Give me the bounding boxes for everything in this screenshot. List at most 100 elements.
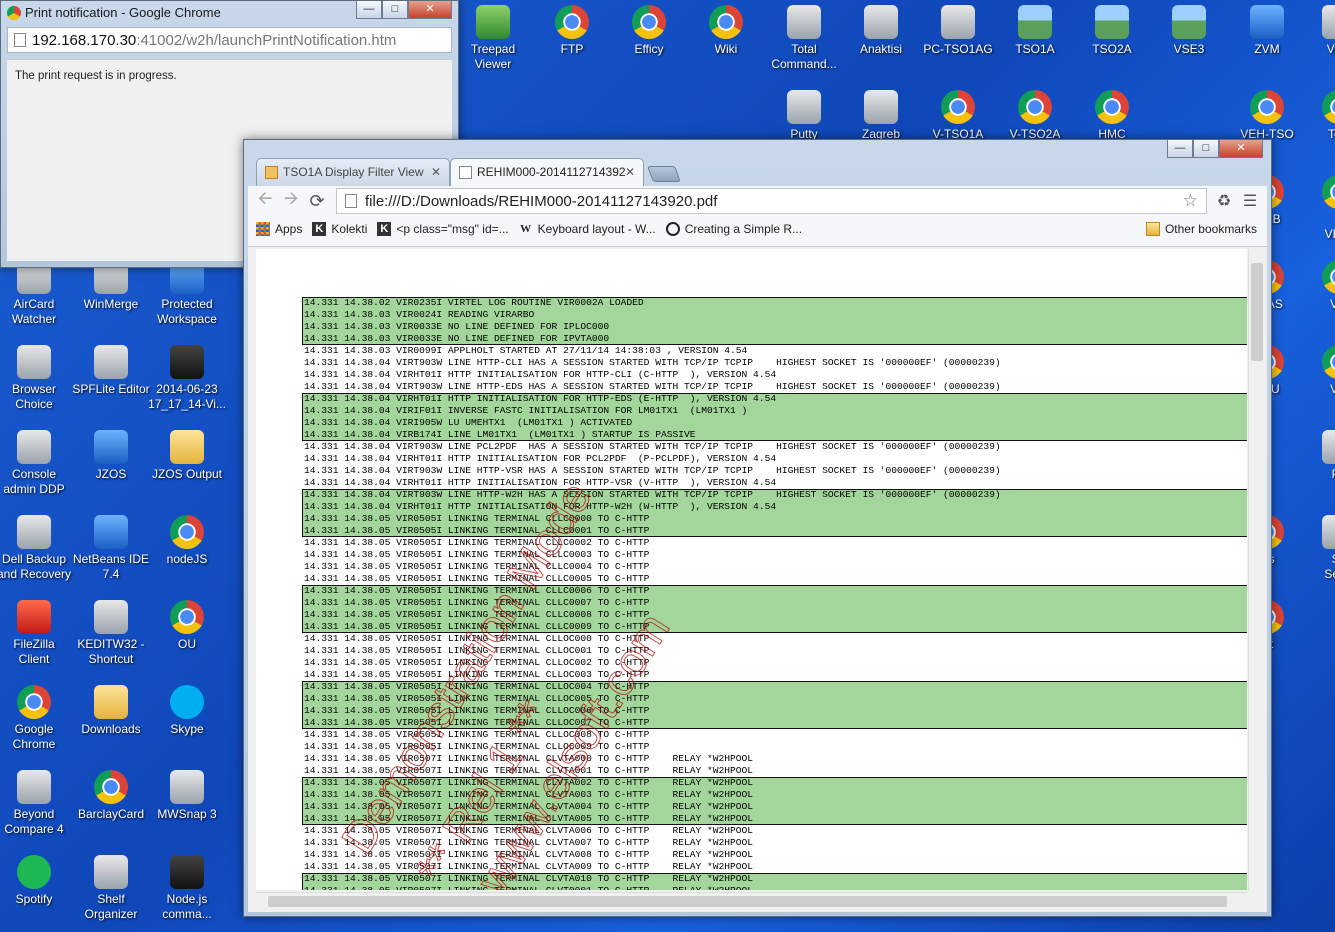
desktop-icon[interactable]: HMC [1073, 90, 1151, 142]
chrome-pdf-window[interactable]: — □ ✕ TSO1A Display Filter View ✕ REHIM0… [243, 139, 1272, 917]
desktop-icon[interactable]: Beyond Compare 4 [0, 770, 73, 837]
new-tab-button[interactable] [647, 166, 681, 182]
bookmark-apps[interactable]: Apps [256, 222, 302, 236]
desktop-icon-label: Virt [1330, 297, 1335, 311]
bookmark-star-icon[interactable]: ☆ [1183, 191, 1198, 211]
desktop-icon[interactable]: Google Chrome [0, 685, 73, 752]
desktop-icon[interactable]: nodeJS [148, 515, 226, 567]
page-icon [345, 194, 357, 208]
vertical-scrollbar[interactable] [1248, 249, 1265, 890]
desktop-icon[interactable]: 2014-06-23 17_17_14-Vi... [148, 345, 226, 412]
omnibox[interactable]: file:///D:/Downloads/REHIM000-2014112714… [336, 188, 1207, 214]
desktop-icon[interactable]: Efficy [610, 5, 688, 57]
desktop-icon[interactable]: NetBeans IDE 7.4 [72, 515, 150, 582]
chrome-icon [709, 5, 743, 39]
other-bookmarks[interactable]: Other bookmarks [1145, 222, 1257, 236]
tab-tso1a-display-filter[interactable]: TSO1A Display Filter View ✕ [256, 158, 450, 186]
tab-close-icon[interactable]: ✕ [431, 165, 441, 179]
forward-arrow-icon[interactable]: 🡪 [278, 186, 304, 216]
desktop-icon[interactable]: Total Command... [765, 5, 843, 72]
github-icon [665, 222, 680, 236]
tab-rehim-pdf[interactable]: REHIM000-2014112714392 ✕ [450, 158, 644, 186]
bookmark-p-class-msg[interactable]: K <p class="msg" id=... [377, 222, 509, 236]
kedit-icon [94, 600, 128, 634]
navigation-row: 🡨 🡪 ⟳ file:///D:/Downloads/REHIM000-2014… [248, 186, 1267, 216]
desktop-icon[interactable]: Shelf Organizer [72, 855, 150, 922]
cmd-icon [170, 855, 204, 889]
desktop-icon[interactable]: BarclayCard [72, 770, 150, 822]
bookmark-keyboard-layout[interactable]: W Keyboard layout - W... [519, 222, 656, 236]
desktop-icon[interactable]: JZOS Output [148, 430, 226, 482]
desktop-icon[interactable]: SPFLite Editor [72, 345, 150, 397]
back-arrow-icon[interactable]: 🡨 [252, 186, 278, 216]
desktop-icon[interactable]: Browser Choice [0, 345, 73, 412]
desktop-icon[interactable]: TSO2A [1073, 5, 1151, 57]
desktop-icon[interactable]: Pe [1300, 430, 1335, 482]
menu-hamburger-icon[interactable]: ☰ [1237, 191, 1263, 211]
desktop-icon[interactable]: OU [148, 600, 226, 652]
desktop-icon[interactable]: Treepad Viewer [454, 5, 532, 72]
desktop-icon[interactable]: KEDITW32 - Shortcut [72, 600, 150, 667]
desktop-icon[interactable]: VEH-TSO [1228, 90, 1306, 142]
desktop-icon[interactable]: ZVM [1228, 5, 1306, 57]
close-button[interactable]: ✕ [408, 1, 452, 19]
maximize-button[interactable]: □ [1193, 140, 1219, 158]
minimize-button[interactable]: — [356, 1, 382, 19]
desktop-icon[interactable]: Downloads [72, 685, 150, 737]
desktop-icon[interactable]: Wiki [687, 5, 765, 57]
desktop-icon[interactable]: JZOS [72, 430, 150, 482]
close-button[interactable]: ✕ [1219, 140, 1263, 158]
desktop-icon[interactable]: Virt [1300, 260, 1335, 312]
treepad-icon [476, 5, 510, 39]
console-icon [17, 430, 51, 464]
horizontal-scrollbar[interactable] [256, 892, 1247, 910]
desktop-icon[interactable]: Putty [765, 90, 843, 142]
desktop-icon[interactable]: FileZilla Client [0, 600, 73, 667]
desktop-icon[interactable]: Protected Workspace [148, 260, 226, 327]
desktop-icon[interactable]: Test P [1300, 90, 1335, 157]
maximize-button[interactable]: □ [382, 1, 408, 19]
desktop-icon[interactable]: Virte [1300, 5, 1335, 57]
desktop-icon-label: Spotify [15, 892, 53, 906]
pdf-viewer[interactable]: 14.331 14.38.02 VIR0235I VIRTEL LOG ROUT… [248, 246, 1267, 912]
tab-close-icon[interactable]: ✕ [625, 165, 635, 179]
desktop-icon[interactable]: Virt [1300, 345, 1335, 397]
minimize-button[interactable]: — [1167, 140, 1193, 158]
reload-icon[interactable]: ⟳ [304, 191, 330, 212]
putty-icon [787, 90, 821, 124]
chrome-icon [170, 515, 204, 549]
bookmark-creating-simple[interactable]: Creating a Simple R... [665, 222, 802, 236]
jzos-output-icon [170, 430, 204, 464]
desktop-icon[interactable]: h VEH- [1300, 175, 1335, 242]
desktop-icon[interactable]: Console admin DDP [0, 430, 73, 497]
popup-titlebar[interactable]: Print notification - Google Chrome — □ ✕ [1, 1, 458, 25]
desktop-icon[interactable]: VSE3 [1150, 5, 1228, 57]
desktop-icon[interactable]: Node.js comma... [148, 855, 226, 922]
vertical-scroll-thumb[interactable] [1251, 263, 1263, 361]
log-line: 14.331 14.38.05 VIR0507I LINKING TERMINA… [304, 801, 754, 812]
filezilla-icon [17, 600, 51, 634]
desktop-icon[interactable]: Zagreb [842, 90, 920, 142]
desktop-icon[interactable]: MWSnap 3 [148, 770, 226, 822]
desktop-icon[interactable]: TSO1A [996, 5, 1074, 57]
desktop-icon[interactable]: FTP [533, 5, 611, 57]
chrome-icon [1322, 90, 1335, 124]
log-line: 14.331 14.38.05 VIR0507I LINKING TERMINA… [304, 849, 754, 860]
log-line: 14.331 14.38.05 VIR0507I LINKING TERMINA… [304, 825, 754, 836]
horizontal-scroll-thumb[interactable] [268, 896, 1227, 907]
desktop-icon[interactable]: Se Sessi [1300, 515, 1335, 582]
desktop-icon[interactable]: Spotify [0, 855, 73, 907]
popup-address-bar[interactable]: 192.168.170.30:41002/w2h/launchPrintNoti… [7, 27, 452, 53]
extension-recycle-icon[interactable]: ♻ [1211, 191, 1237, 211]
log-line: 14.331 14.38.05 VIR0507I LINKING TERMINA… [304, 777, 754, 788]
desktop-icon[interactable]: Anaktisi [842, 5, 920, 57]
desktop-icon[interactable]: AirCard Watcher [0, 260, 73, 327]
desktop-icon[interactable]: Skype [148, 685, 226, 737]
log-line: 14.331 14.38.05 VIR0505I LINKING TERMINA… [304, 633, 650, 644]
desktop-icon[interactable]: Dell Backup and Recovery [0, 515, 73, 582]
bookmark-kolekti[interactable]: K Kolekti [312, 222, 367, 236]
desktop-icon-label: ZVM [1254, 42, 1280, 56]
desktop-icon[interactable]: PC-TSO1AG [919, 5, 997, 57]
desktop-icon[interactable]: V-TSO1A [919, 90, 997, 142]
desktop-icon[interactable]: V-TSO2A [996, 90, 1074, 142]
